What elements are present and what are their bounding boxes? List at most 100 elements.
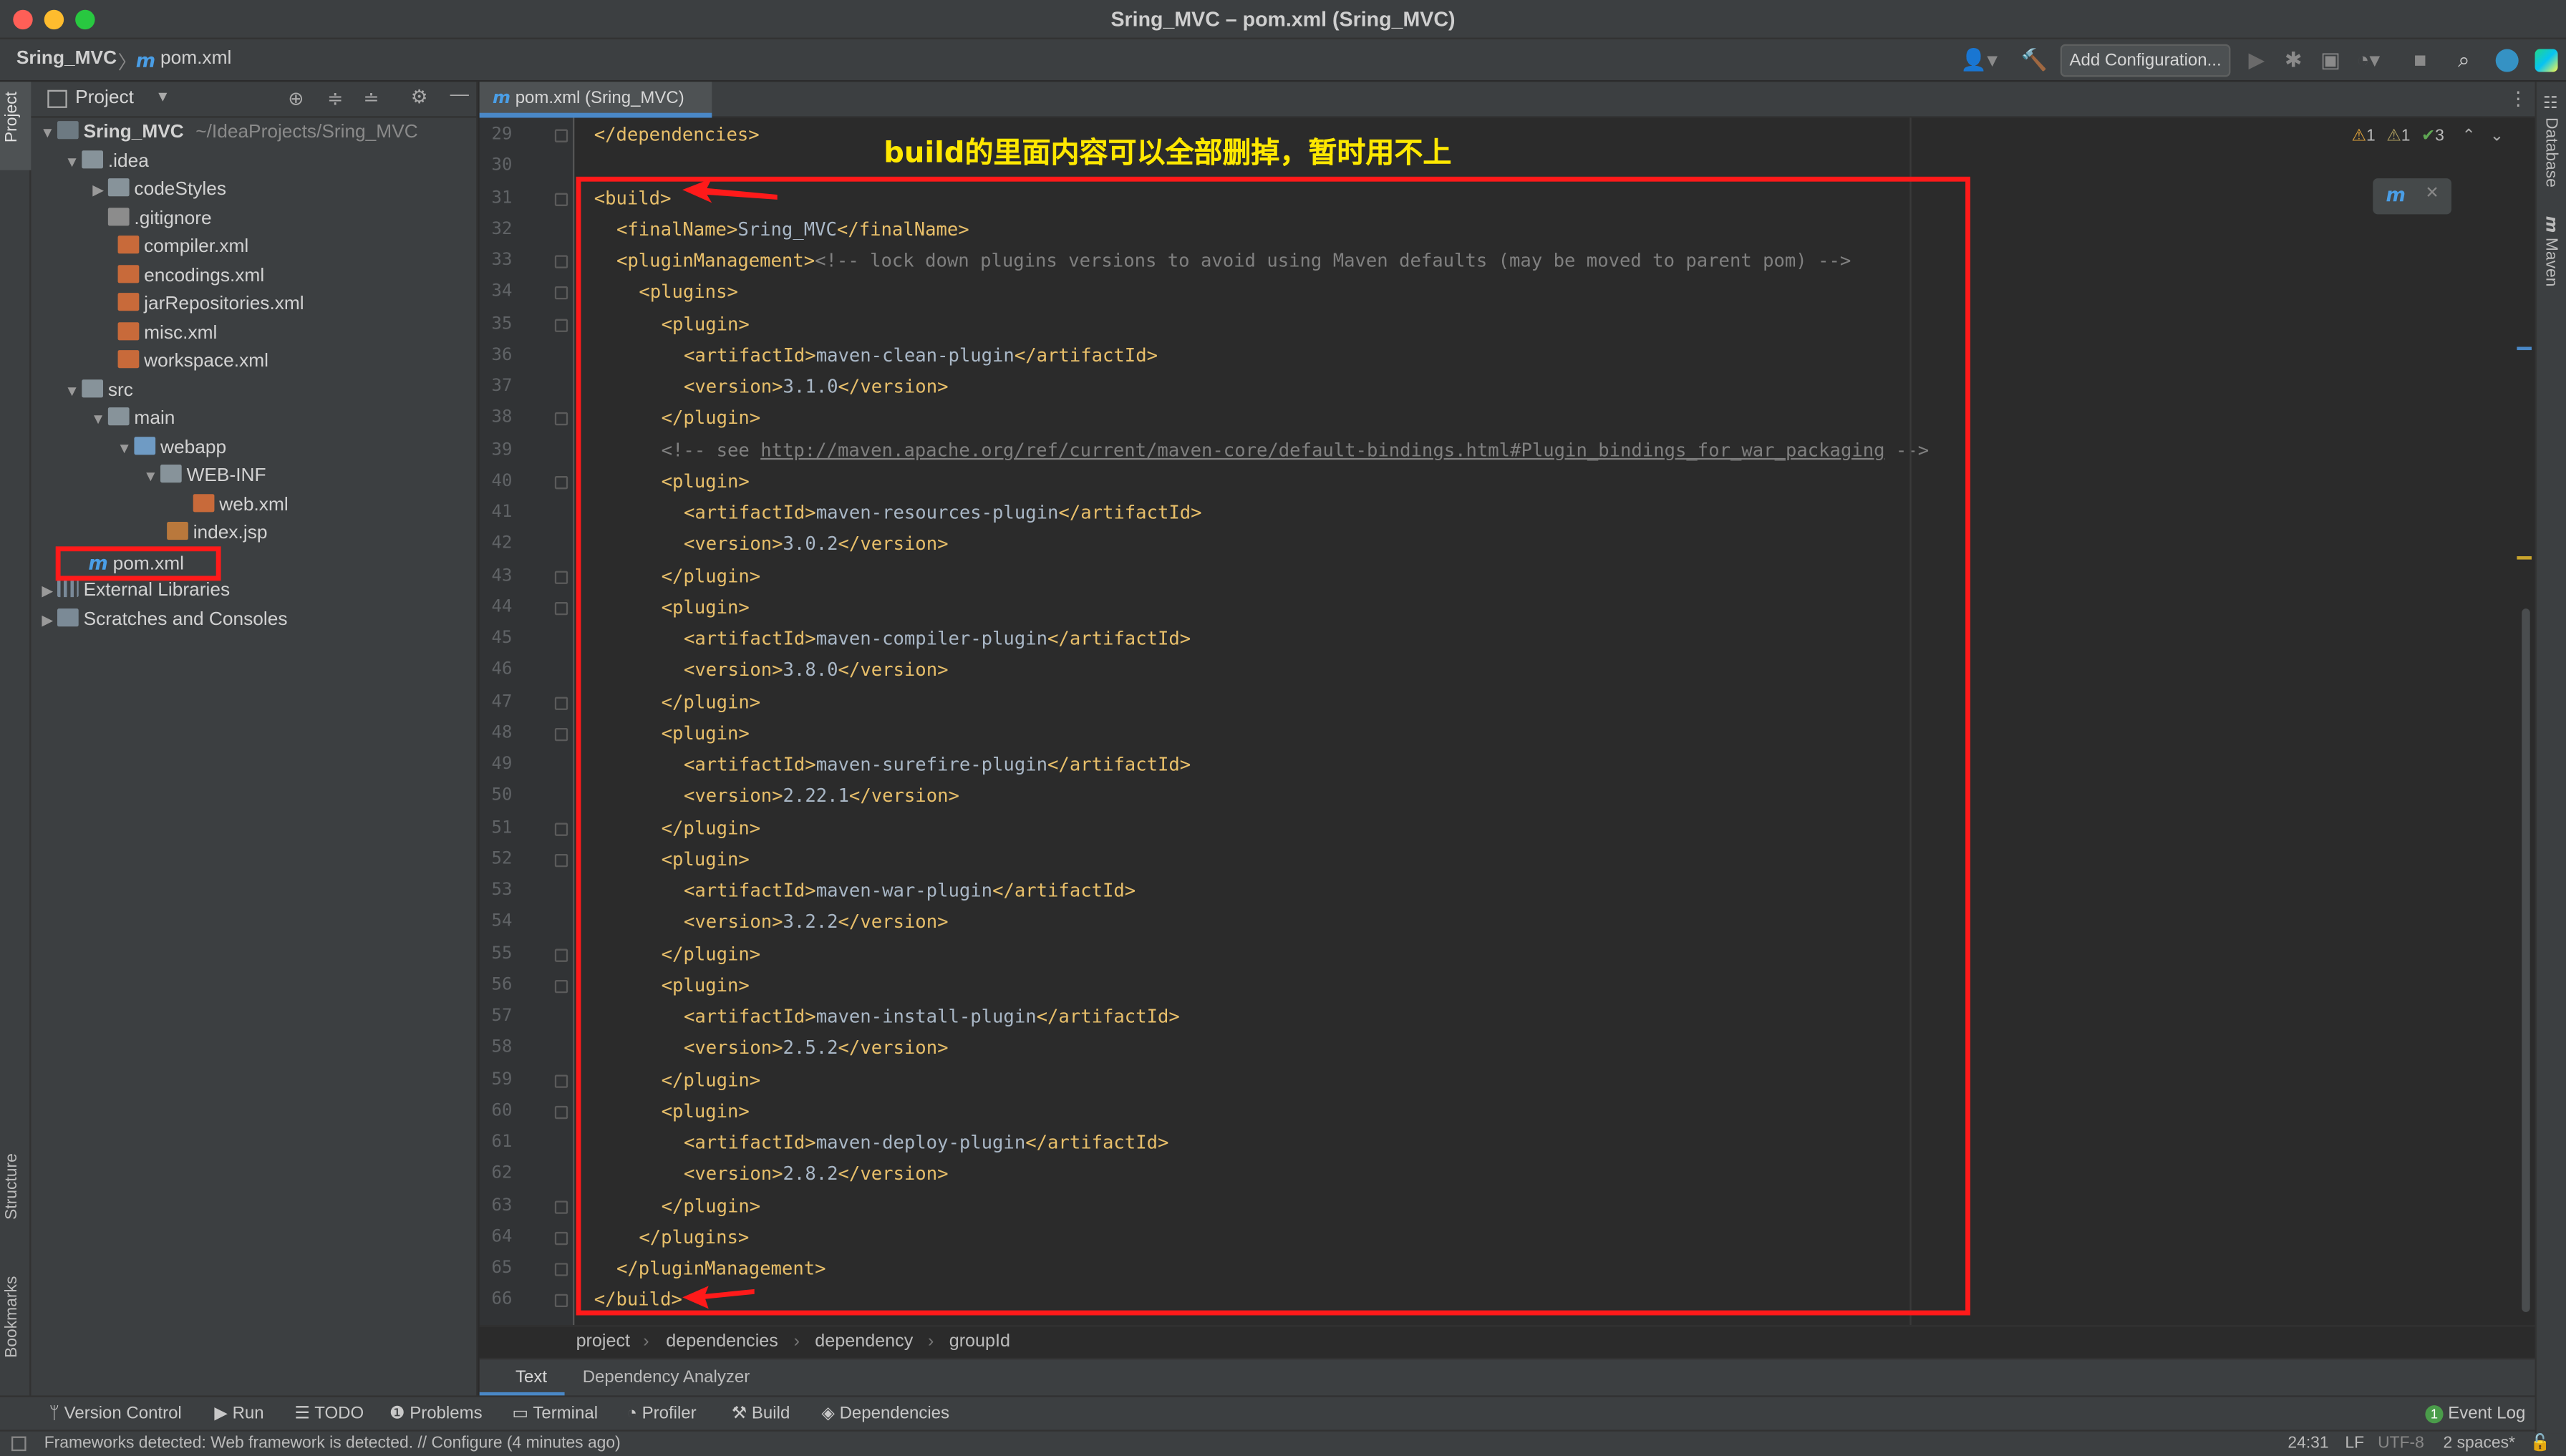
fold-marker-icon[interactable]: [554, 979, 568, 993]
maven-reload-popup[interactable]: m ✕: [2373, 178, 2451, 215]
user-icon[interactable]: 👤▾: [1960, 47, 1998, 74]
fold-marker-icon[interactable]: [554, 853, 568, 867]
locate-icon[interactable]: ⊕: [288, 87, 304, 110]
nav-project[interactable]: Sring_MVC: [16, 49, 117, 69]
tree-item-scratches[interactable]: ▶ Scratches and Consoles: [38, 607, 288, 636]
status-message[interactable]: Frameworks detected: Web framework is de…: [44, 1435, 621, 1452]
structure-tool-tab[interactable]: Structure: [4, 1153, 21, 1220]
code-line[interactable]: </dependencies>: [594, 120, 760, 150]
caret-position[interactable]: 24:31: [2287, 1435, 2328, 1452]
vertical-scrollbar[interactable]: [2522, 608, 2530, 1312]
tree-item-encodings-xml[interactable]: encodings.xml: [117, 263, 264, 292]
fold-marker-icon[interactable]: [554, 1263, 568, 1276]
stop-icon[interactable]: ■: [2414, 47, 2426, 72]
project-view-selector[interactable]: Project: [75, 88, 134, 107]
fold-marker-icon[interactable]: [554, 1105, 568, 1119]
update-icon[interactable]: [2495, 49, 2519, 72]
indent-setting[interactable]: 2 spaces*: [2444, 1435, 2515, 1452]
line-number: 62: [491, 1163, 513, 1183]
fold-marker-icon[interactable]: [554, 129, 568, 142]
fold-marker-icon[interactable]: [554, 727, 568, 741]
fold-marker-icon[interactable]: [554, 601, 568, 615]
tree-item-idea[interactable]: ▼ .idea: [62, 149, 149, 178]
maven-icon: m: [2541, 215, 2560, 233]
expand-all-icon[interactable]: ≑: [327, 87, 343, 110]
lock-icon[interactable]: 🔓: [2530, 1435, 2550, 1452]
fold-marker-icon[interactable]: [554, 822, 568, 835]
build-button[interactable]: ⚒ Build: [732, 1404, 790, 1423]
tree-item-webapp[interactable]: ▼ webapp: [115, 435, 226, 464]
breadcrumb-groupid[interactable]: groupId: [949, 1331, 1010, 1351]
folder-icon: [82, 379, 103, 398]
breadcrumb-dependency[interactable]: dependency: [815, 1331, 913, 1351]
coverage-icon[interactable]: ▣: [2320, 47, 2340, 74]
event-log-button[interactable]: 1 Event Log: [2425, 1404, 2525, 1424]
tab-pom-xml[interactable]: m pom.xml (Sring_MVC) ✕: [479, 82, 712, 141]
todo-button[interactable]: ☰ TODO: [294, 1404, 364, 1423]
tree-item-codestyles[interactable]: ▶ codeStyles: [88, 177, 226, 205]
tree-root[interactable]: ▼ Sring_MVC ~/IdeaProjects/Sring_MVC: [38, 120, 418, 148]
root-name: Sring_MVC: [83, 122, 184, 142]
dependencies-button[interactable]: ◈ Dependencies: [821, 1404, 949, 1423]
fold-marker-icon[interactable]: [554, 570, 568, 583]
fold-marker-icon[interactable]: [554, 1294, 568, 1308]
tree-item-misc-xml[interactable]: misc.xml: [117, 321, 217, 349]
fold-marker-icon[interactable]: [554, 1074, 568, 1087]
tree-item-web-xml[interactable]: web.xml: [193, 492, 289, 521]
collapse-all-icon[interactable]: ≐: [363, 87, 379, 110]
fold-marker-icon[interactable]: [554, 412, 568, 426]
fold-marker-icon[interactable]: [554, 948, 568, 961]
more-options-icon[interactable]: ⋮: [2509, 87, 2527, 110]
nav-file[interactable]: pom.xml: [160, 49, 231, 69]
jetbrains-toolbox-icon[interactable]: [2534, 49, 2558, 72]
fold-marker-icon[interactable]: [554, 286, 568, 300]
add-configuration-button[interactable]: Add Configuration...: [2060, 44, 2231, 77]
root-path: ~/IdeaProjects/Sring_MVC: [195, 122, 418, 142]
breadcrumb-project[interactable]: project: [576, 1331, 630, 1351]
hide-panel-icon[interactable]: —: [450, 85, 469, 105]
fold-marker-icon[interactable]: [554, 1200, 568, 1213]
fold-marker-icon[interactable]: [554, 696, 568, 709]
version-control-button[interactable]: ᛘ Version Control: [49, 1404, 182, 1423]
file-encoding[interactable]: UTF-8: [2378, 1435, 2424, 1452]
debug-icon[interactable]: ✱: [2285, 47, 2303, 74]
tree-item-external-libraries[interactable]: ▶ External Libraries: [38, 578, 231, 606]
folder-icon: [107, 178, 130, 197]
fold-marker-icon[interactable]: [554, 1231, 568, 1245]
tree-item-index-jsp[interactable]: index.jsp: [167, 520, 267, 549]
terminal-button[interactable]: ▭ Terminal: [512, 1404, 598, 1423]
xml-file-icon: [117, 265, 140, 283]
search-icon[interactable]: ⌕: [2458, 47, 2470, 74]
fold-marker-icon[interactable]: [554, 255, 568, 268]
line-number: 54: [491, 911, 513, 931]
build-hammer-icon[interactable]: 🔨: [2021, 47, 2048, 74]
chevron-down-icon[interactable]: ▼: [155, 88, 170, 105]
breadcrumb-dependencies[interactable]: dependencies: [666, 1331, 778, 1351]
line-number: 46: [491, 659, 513, 680]
fold-marker-icon[interactable]: [554, 318, 568, 331]
run-button[interactable]: ▶ Run: [214, 1404, 263, 1423]
fold-marker-icon[interactable]: [554, 475, 568, 489]
line-number: 64: [491, 1226, 513, 1246]
bookmarks-tool-tab[interactable]: Bookmarks: [4, 1276, 21, 1358]
problems-button[interactable]: ❶ Problems: [389, 1404, 483, 1423]
tree-item-gitignore[interactable]: .gitignore: [107, 206, 212, 235]
tree-item-web-inf[interactable]: ▼ WEB-INF: [141, 463, 266, 492]
database-tool-tab[interactable]: ☷ Database: [2542, 95, 2560, 188]
line-separator[interactable]: LF: [2345, 1435, 2364, 1452]
inspection-widget[interactable]: ⚠1 ⚠1 ✔3 ⌃ ⌄: [2352, 127, 2504, 145]
fold-marker-icon[interactable]: [554, 192, 568, 205]
tree-item-main[interactable]: ▼ main: [88, 406, 175, 435]
project-tool-tab[interactable]: Project: [4, 92, 21, 142]
tree-item-jarrepositories-xml[interactable]: jarRepositories.xml: [117, 291, 304, 320]
run-icon[interactable]: ▶: [2249, 47, 2265, 74]
maven-tool-tab[interactable]: m Maven: [2542, 216, 2560, 287]
tree-item-compiler-xml[interactable]: compiler.xml: [117, 234, 248, 263]
profiler-button[interactable]: ◔ Profiler: [626, 1404, 696, 1423]
gear-icon[interactable]: ⚙: [411, 85, 428, 107]
profile-icon[interactable]: ◔▾: [2356, 47, 2380, 74]
status-panel-icon[interactable]: [11, 1436, 26, 1452]
tab-dependency-analyzer[interactable]: Dependency Analyzer: [583, 1368, 750, 1387]
tree-item-src[interactable]: ▼ src: [62, 378, 133, 407]
tree-item-workspace-xml[interactable]: workspace.xml: [117, 349, 268, 377]
